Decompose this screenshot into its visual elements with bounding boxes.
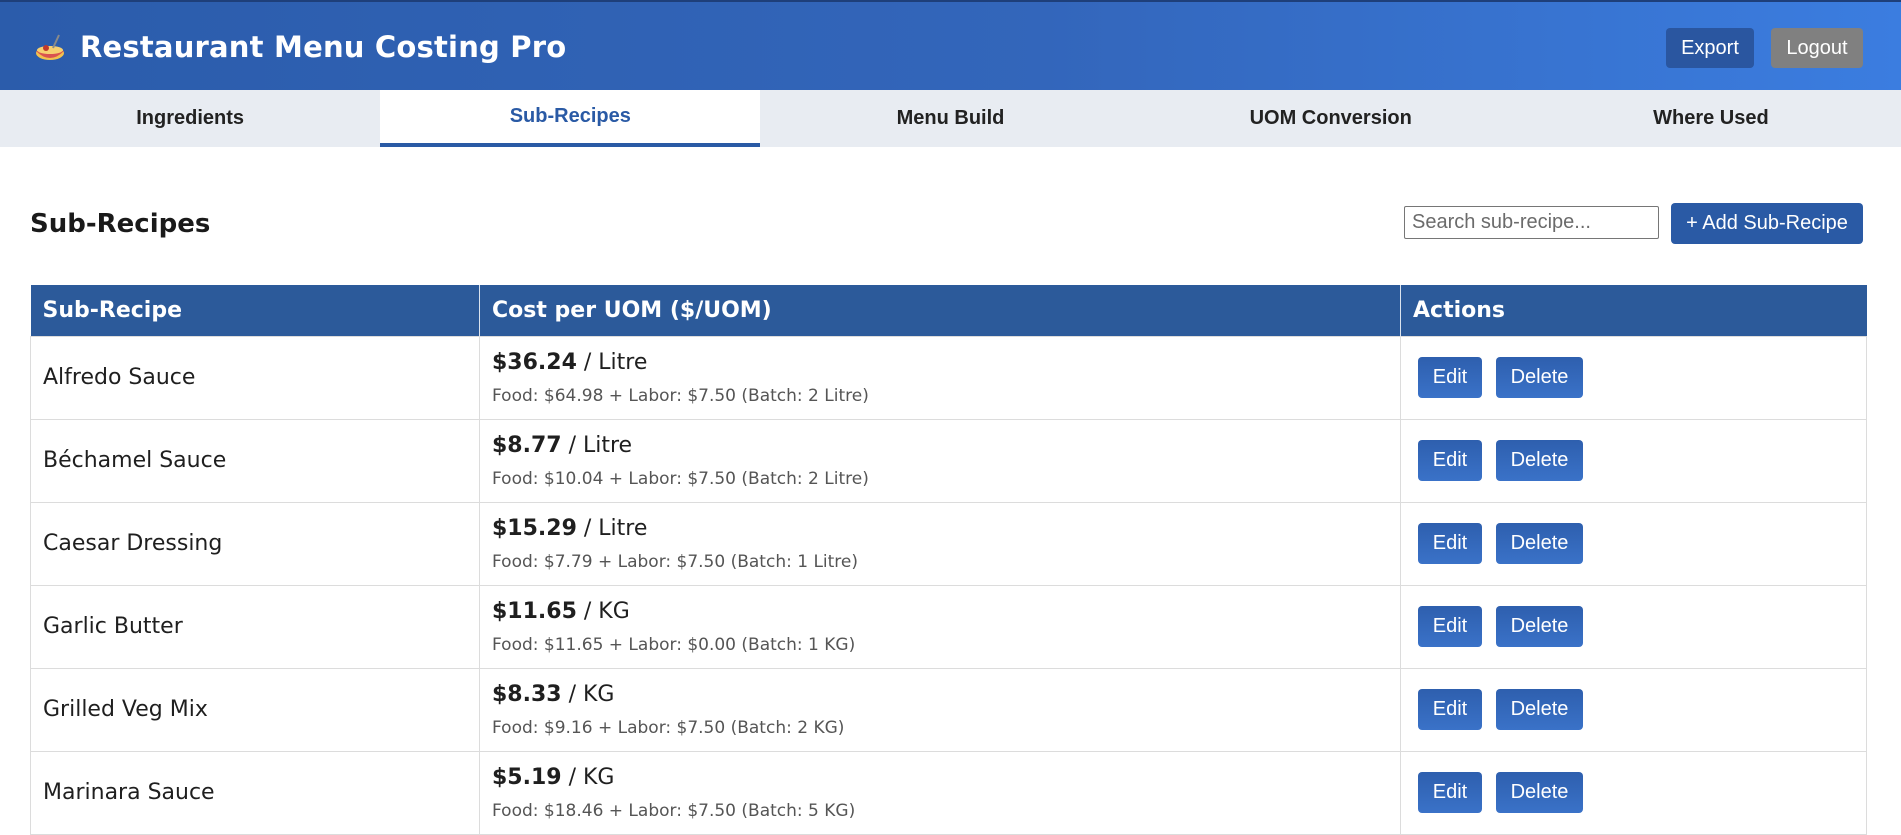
cost-cell: $8.33 / KG Food: $9.16 + Labor: $7.50 (B… [479,667,1401,752]
cost-uom: / KG [576,598,630,624]
edit-button[interactable]: Edit [1418,606,1482,647]
cost-breakdown: Food: $7.79 + Labor: $7.50 (Batch: 1 Lit… [492,551,859,572]
cost-cell: $15.29 / Litre Food: $7.79 + Labor: $7.5… [479,501,1401,586]
cost-uom: / KG [561,764,615,790]
sub-recipe-name: Caesar Dressing [30,501,480,586]
table-row: Caesar Dressing $15.29 / Litre Food: $7.… [30,501,1867,586]
cost-value: $11.65 [492,598,577,624]
tab-bar: Ingredients Sub-Recipes Menu Build UOM C… [0,90,1901,147]
sub-recipe-name: Béchamel Sauce [30,418,480,503]
delete-button[interactable]: Delete [1496,357,1583,398]
cost-value: $5.19 [492,764,562,790]
tab-sub-recipes[interactable]: Sub-Recipes [380,90,761,147]
tab-uom-conversion[interactable]: UOM Conversion [1141,90,1521,147]
table-row: Béchamel Sauce $8.77 / Litre Food: $10.0… [30,418,1867,503]
add-sub-recipe-button[interactable]: + Add Sub-Recipe [1671,203,1863,244]
edit-button[interactable]: Edit [1418,689,1482,730]
cost-breakdown: Food: $10.04 + Labor: $7.50 (Batch: 2 Li… [492,468,869,489]
page-title: Sub-Recipes [30,209,211,239]
cost-cell: $11.65 / KG Food: $11.65 + Labor: $0.00 … [479,584,1401,669]
cost-uom: / Litre [576,515,648,541]
sub-recipe-name: Alfredo Sauce [30,335,480,420]
search-input[interactable] [1404,206,1659,239]
actions-cell: Edit Delete [1400,750,1867,835]
actions-cell: Edit Delete [1400,501,1867,586]
table-row: Marinara Sauce $5.19 / KG Food: $18.46 +… [30,750,1867,835]
delete-button[interactable]: Delete [1496,772,1583,813]
cost-value: $15.29 [492,515,577,541]
app-header: Restaurant Menu Costing Pro Export Logou… [0,0,1901,90]
sub-recipe-name: Garlic Butter [30,584,480,669]
sub-recipes-table: Sub-Recipe Cost per UOM ($/UOM) Actions … [30,285,1867,835]
delete-button[interactable]: Delete [1496,440,1583,481]
pasta-bowl-icon [36,34,64,60]
cost-cell: $36.24 / Litre Food: $64.98 + Labor: $7.… [479,335,1401,420]
export-button[interactable]: Export [1666,28,1754,68]
delete-button[interactable]: Delete [1496,689,1583,730]
edit-button[interactable]: Edit [1418,523,1482,564]
table-row: Alfredo Sauce $36.24 / Litre Food: $64.9… [30,335,1867,420]
cost-cell: $5.19 / KG Food: $18.46 + Labor: $7.50 (… [479,750,1401,835]
delete-button[interactable]: Delete [1496,606,1583,647]
edit-button[interactable]: Edit [1418,357,1482,398]
table-header-row: Sub-Recipe Cost per UOM ($/UOM) Actions [30,285,1867,336]
cost-breakdown: Food: $64.98 + Labor: $7.50 (Batch: 2 Li… [492,385,869,406]
cost-value: $36.24 [492,349,577,375]
table-row: Garlic Butter $11.65 / KG Food: $11.65 +… [30,584,1867,669]
logout-button[interactable]: Logout [1771,28,1863,68]
edit-button[interactable]: Edit [1418,440,1482,481]
cost-breakdown: Food: $18.46 + Labor: $7.50 (Batch: 5 KG… [492,800,856,821]
cost-value: $8.33 [492,681,562,707]
cost-cell: $8.77 / Litre Food: $10.04 + Labor: $7.5… [479,418,1401,503]
delete-button[interactable]: Delete [1496,523,1583,564]
tab-ingredients[interactable]: Ingredients [0,90,380,147]
cost-breakdown: Food: $9.16 + Labor: $7.50 (Batch: 2 KG) [492,717,845,738]
sub-recipe-name: Grilled Veg Mix [30,667,480,752]
tab-menu-build[interactable]: Menu Build [760,90,1140,147]
edit-button[interactable]: Edit [1418,772,1482,813]
column-header-cost: Cost per UOM ($/UOM) [479,285,1401,336]
column-header-actions: Actions [1400,285,1867,336]
tab-where-used[interactable]: Where Used [1521,90,1901,147]
column-header-sub-recipe: Sub-Recipe [30,285,480,336]
cost-uom: / Litre [561,432,633,458]
cost-value: $8.77 [492,432,562,458]
cost-uom: / KG [561,681,615,707]
app-title: Restaurant Menu Costing Pro [80,30,567,64]
sub-recipe-name: Marinara Sauce [30,750,480,835]
cost-breakdown: Food: $11.65 + Labor: $0.00 (Batch: 1 KG… [492,634,856,655]
actions-cell: Edit Delete [1400,418,1867,503]
actions-cell: Edit Delete [1400,584,1867,669]
table-row: Grilled Veg Mix $8.33 / KG Food: $9.16 +… [30,667,1867,752]
actions-cell: Edit Delete [1400,667,1867,752]
actions-cell: Edit Delete [1400,335,1867,420]
cost-uom: / Litre [576,349,648,375]
